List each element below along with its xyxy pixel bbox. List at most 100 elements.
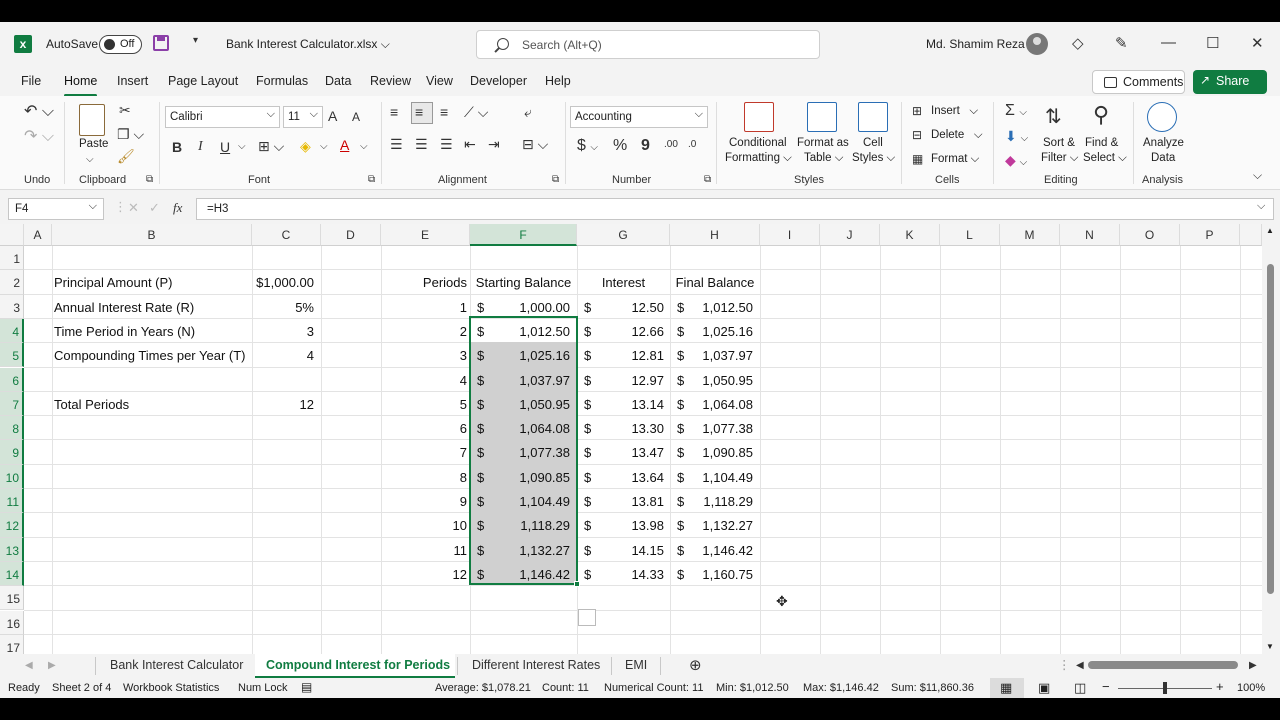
row-header[interactable]: 1 — [0, 246, 24, 271]
column-header-g[interactable]: G — [577, 224, 670, 246]
currency-symbol-cell[interactable]: $ — [584, 465, 596, 489]
format-painter-icon[interactable]: 🖌 — [117, 148, 135, 165]
redo-icon[interactable]: ↷ ⌵ — [24, 126, 54, 146]
paste-icon[interactable] — [79, 104, 105, 136]
row-header[interactable]: 8 — [0, 416, 24, 441]
clipboard-launcher-icon[interactable]: ⧉ — [146, 174, 153, 185]
close-icon[interactable]: ✕ — [1251, 34, 1264, 52]
align-center-icon[interactable]: ☰ — [415, 136, 428, 153]
column-header-k[interactable]: K — [880, 224, 940, 246]
conditional-formatting-label2[interactable]: Formatting ⌵ — [725, 152, 792, 165]
period-cell[interactable]: 6 — [381, 416, 467, 440]
table-header-cell[interactable]: Interest — [577, 270, 670, 294]
status-min[interactable]: Min: $1,012.50 — [716, 682, 789, 694]
input-label-cell[interactable]: Total Periods — [54, 392, 250, 416]
maximize-icon[interactable]: ☐ — [1206, 34, 1219, 52]
tab-home[interactable]: Home — [64, 74, 98, 97]
bold-icon[interactable]: B — [172, 139, 182, 155]
column-header-o[interactable]: O — [1120, 224, 1180, 246]
document-title[interactable]: Bank Interest Calculator.xlsx ⌵ — [226, 37, 390, 52]
status-numerical-count[interactable]: Numerical Count: 11 — [604, 682, 703, 694]
sort-filter-label2[interactable]: Filter ⌵ — [1041, 152, 1078, 165]
input-value-cell[interactable] — [252, 368, 314, 392]
formula-input[interactable]: =H3 — [196, 198, 1274, 220]
period-cell[interactable]: 12 — [381, 562, 467, 586]
autosave-toggle[interactable]: Off — [99, 35, 142, 54]
user-name[interactable]: Md. Shamim Reza — [926, 37, 1025, 51]
interest-cell[interactable]: 12.97 — [600, 368, 664, 392]
expand-formula-icon[interactable]: ⌵ — [1257, 200, 1265, 213]
status-average[interactable]: Average: $1,078.21 — [435, 682, 531, 694]
zoom-level[interactable]: 100% — [1237, 682, 1265, 694]
underline-icon[interactable]: U — [220, 139, 230, 155]
zoom-out-icon[interactable]: − — [1102, 679, 1110, 694]
vertical-scrollbar[interactable]: ▲ ▼ — [1262, 224, 1280, 654]
row-header[interactable]: 13 — [0, 537, 24, 562]
delete-cells-button[interactable]: Delete ⌵ — [931, 129, 983, 142]
interest-cell[interactable]: 13.30 — [600, 416, 664, 440]
currency-symbol-cell[interactable]: $ — [677, 392, 689, 416]
currency-symbol-cell[interactable]: $ — [584, 416, 596, 440]
row-header[interactable]: 6 — [0, 367, 24, 392]
cell-styles-label1[interactable]: Cell — [863, 137, 883, 149]
autosum-icon[interactable]: Σ ⌵ — [1005, 102, 1027, 120]
cancel-icon[interactable]: ✕ — [128, 200, 139, 216]
pen-icon[interactable]: ✎ — [1115, 34, 1128, 52]
currency-symbol-cell[interactable]: $ — [584, 538, 596, 562]
percent-icon[interactable]: % — [613, 137, 627, 155]
currency-symbol-cell[interactable]: $ — [677, 368, 689, 392]
font-name-select[interactable]: Calibri — [165, 106, 280, 128]
column-header-a[interactable]: A — [24, 224, 52, 246]
number-launcher-icon[interactable]: ⧉ — [704, 174, 711, 185]
final-balance-cell[interactable]: 1,132.27 — [690, 513, 753, 537]
period-cell[interactable]: 8 — [381, 465, 467, 489]
currency-symbol-cell[interactable]: $ — [677, 343, 689, 367]
tab-review[interactable]: Review — [370, 74, 411, 88]
worksheet-grid[interactable]: A B C D E F G H I J K L M N O P 12345678… — [0, 224, 1262, 654]
scroll-right-icon[interactable]: ▶ — [1249, 660, 1257, 671]
column-header-f[interactable]: F — [470, 224, 577, 246]
tab-formulas[interactable]: Formulas — [256, 74, 308, 88]
currency-icon[interactable]: $ ⌵ — [577, 137, 598, 155]
currency-symbol-cell[interactable]: $ — [477, 295, 489, 319]
prev-sheet-icon[interactable]: ◀ — [25, 660, 33, 671]
fill-dropdown-icon[interactable]: ⌵ — [320, 141, 328, 152]
conditional-formatting-label1[interactable]: Conditional — [729, 137, 787, 149]
share-button[interactable]: Share — [1193, 70, 1267, 94]
currency-symbol-cell[interactable]: $ — [584, 295, 596, 319]
horizontal-scroll-thumb[interactable] — [1088, 661, 1238, 669]
align-bottom-icon[interactable]: ≡ — [440, 104, 448, 120]
scroll-up-icon[interactable]: ▲ — [1266, 226, 1274, 235]
table-header-cell[interactable]: Final Balance — [670, 270, 760, 294]
row-header[interactable]: 14 — [0, 561, 24, 587]
currency-symbol-cell[interactable]: $ — [677, 416, 689, 440]
find-select-label2[interactable]: Select ⌵ — [1083, 152, 1127, 165]
decrease-indent-icon[interactable]: ⇤ — [464, 136, 476, 153]
tab-split-icon[interactable]: ⋮ — [1058, 657, 1071, 672]
input-label-cell[interactable]: Principal Amount (P) — [54, 270, 250, 294]
table-header-cell[interactable]: Periods — [381, 270, 467, 294]
row-header[interactable]: 9 — [0, 440, 24, 465]
find-select-label1[interactable]: Find & — [1085, 137, 1118, 149]
column-header-h[interactable]: H — [670, 224, 760, 246]
align-right-icon[interactable]: ☰ — [440, 136, 453, 153]
analyze-data-icon[interactable] — [1147, 102, 1177, 132]
input-value-cell[interactable]: 4 — [252, 343, 314, 367]
final-balance-cell[interactable]: 1,160.75 — [690, 562, 753, 586]
currency-symbol-cell[interactable]: $ — [584, 368, 596, 392]
increase-font-icon[interactable]: A — [328, 108, 337, 124]
period-cell[interactable]: 11 — [381, 538, 468, 562]
tab-help[interactable]: Help — [545, 74, 571, 88]
interest-cell[interactable]: 12.81 — [600, 343, 664, 367]
diamond-icon[interactable]: ◇ — [1072, 34, 1084, 52]
format-table-label1[interactable]: Format as — [797, 137, 849, 149]
table-header-cell[interactable]: Starting Balance — [470, 270, 577, 294]
select-all-corner[interactable] — [0, 224, 24, 246]
currency-symbol-cell[interactable]: $ — [677, 489, 689, 513]
vertical-scroll-thumb[interactable] — [1267, 264, 1274, 594]
period-cell[interactable]: 7 — [381, 440, 467, 464]
sheet-tab-emi[interactable]: EMI — [625, 658, 647, 672]
page-layout-icon[interactable]: ▣ — [1038, 680, 1050, 696]
period-cell[interactable]: 1 — [381, 295, 467, 319]
interest-cell[interactable]: 14.33 — [600, 562, 664, 586]
